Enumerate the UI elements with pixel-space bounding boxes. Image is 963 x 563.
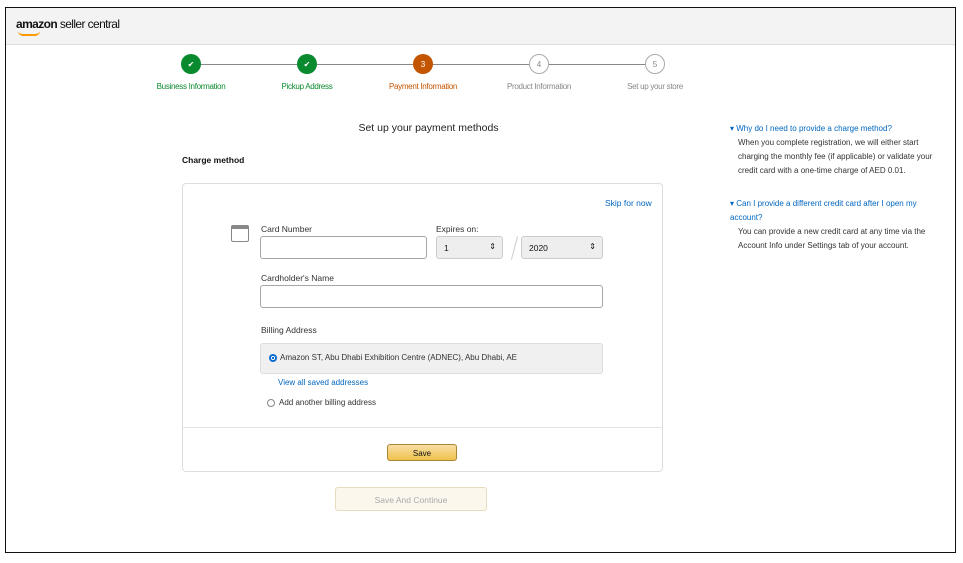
help-item: ▾ Why do I need to provide a charge meth… bbox=[730, 122, 945, 178]
add-another-address-label[interactable]: Add another billing address bbox=[279, 398, 376, 407]
check-icon: ✔ bbox=[297, 54, 317, 74]
step-pickup-address: ✔ Pickup Address bbox=[252, 54, 362, 91]
smile-icon bbox=[18, 31, 40, 36]
view-all-addresses-link[interactable]: View all saved addresses bbox=[278, 378, 368, 387]
step-payment-information: 3 Payment Information bbox=[368, 54, 478, 91]
year-value: 2020 bbox=[529, 243, 548, 253]
step-number: 3 bbox=[413, 54, 433, 74]
help-question-link[interactable]: ▾ Can I provide a different credit card … bbox=[730, 197, 945, 225]
save-button[interactable]: Save bbox=[387, 444, 457, 461]
cardholder-name-input[interactable] bbox=[260, 285, 603, 308]
check-icon: ✔ bbox=[181, 54, 201, 74]
page-frame: amazon seller central ✔ Business Informat… bbox=[5, 7, 956, 553]
step-label: Business Information bbox=[156, 82, 226, 91]
address-radio-selected[interactable] bbox=[269, 354, 277, 362]
skip-for-now-link[interactable]: Skip for now bbox=[605, 198, 652, 208]
charge-method-label: Charge method bbox=[182, 155, 245, 165]
help-answer: When you complete registration, we will … bbox=[738, 138, 933, 175]
step-label: Product Information bbox=[506, 82, 572, 91]
address-text: Amazon ST, Abu Dhabi Exhibition Centre (… bbox=[280, 353, 518, 362]
help-question-text: Can I provide a different credit card af… bbox=[730, 199, 917, 222]
step-number: 5 bbox=[645, 54, 665, 74]
step-label: Set up your store bbox=[627, 82, 683, 91]
page-title: Set up your payment methods bbox=[358, 122, 499, 134]
help-question-link[interactable]: ▾ Why do I need to provide a charge meth… bbox=[730, 122, 945, 136]
cardholder-label: Cardholder's Name bbox=[261, 273, 334, 283]
help-item: ▾ Can I provide a different credit card … bbox=[730, 197, 945, 253]
card-number-input[interactable] bbox=[260, 236, 427, 259]
add-address-radio[interactable] bbox=[267, 399, 275, 407]
card-number-label: Card Number bbox=[261, 224, 313, 234]
select-arrows-icon: ⇕ bbox=[489, 242, 496, 251]
expiry-month-select[interactable]: 1 ⇕ bbox=[436, 236, 503, 259]
credit-card-icon bbox=[231, 225, 249, 242]
month-value: 1 bbox=[444, 243, 449, 253]
select-arrows-icon: ⇕ bbox=[589, 242, 596, 251]
step-business-information: ✔ Business Information bbox=[136, 54, 246, 91]
step-label: Payment Information bbox=[388, 82, 458, 91]
expires-label: Expires on: bbox=[436, 224, 479, 234]
step-set-up-store: 5 Set up your store bbox=[600, 54, 710, 91]
amazon-seller-central-logo[interactable]: amazon seller central bbox=[16, 17, 120, 36]
step-product-information: 4 Product Information bbox=[484, 54, 594, 91]
divider bbox=[183, 427, 662, 428]
save-and-continue-button[interactable]: Save And Continue bbox=[335, 487, 487, 511]
logo-brand: amazon bbox=[16, 17, 58, 31]
slash-divider bbox=[510, 236, 519, 260]
payment-card-form: Skip for now Card Number Expires on: 1 ⇕ … bbox=[182, 183, 663, 472]
step-number: 4 bbox=[529, 54, 549, 74]
expiry-year-select[interactable]: 2020 ⇕ bbox=[521, 236, 603, 259]
saved-address-option[interactable]: Amazon ST, Abu Dhabi Exhibition Centre (… bbox=[260, 343, 603, 374]
billing-address-label: Billing Address bbox=[261, 325, 317, 335]
header: amazon seller central bbox=[6, 8, 955, 45]
step-label: Pickup Address bbox=[281, 82, 333, 91]
help-question-text: Why do I need to provide a charge method… bbox=[736, 124, 892, 133]
help-answer: You can provide a new credit card at any… bbox=[738, 227, 926, 250]
logo-product: seller central bbox=[59, 17, 120, 31]
